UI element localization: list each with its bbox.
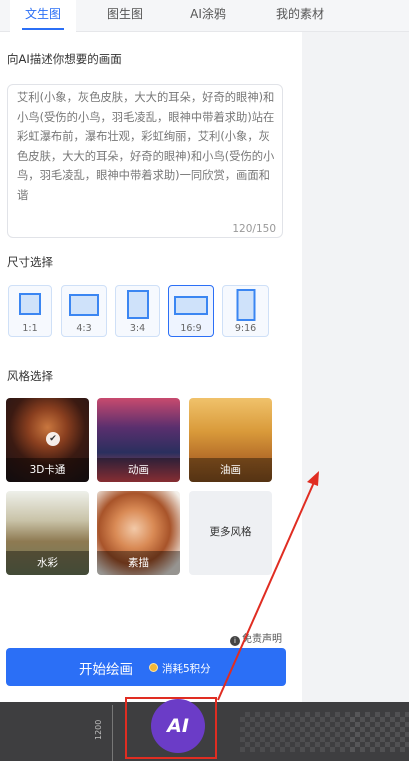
style-label: 油画 (189, 458, 272, 482)
prompt-text[interactable]: 艾利(小象，灰色皮肤，大大的耳朵，好奇的眼神)和小鸟(受伤的小鸟，羽毛凌乱，眼神… (17, 88, 279, 206)
tab-image-to-image[interactable]: 图生图 (92, 0, 158, 32)
info-icon: i (230, 636, 240, 646)
size-label: 16:9 (180, 323, 202, 334)
style-card-anime[interactable]: 动画 (97, 398, 180, 482)
prompt-section-title: 向AI描述你想要的画面 (7, 52, 122, 66)
style-label: 动画 (97, 458, 180, 482)
size-option-3-4[interactable]: 3:4 (115, 285, 160, 337)
landscape-ratio-icon (69, 294, 99, 316)
widescreen-ratio-icon (174, 296, 208, 315)
size-label: 1:1 (22, 323, 38, 334)
transparency-pattern (240, 712, 300, 752)
more-styles-label: 更多风格 (209, 526, 252, 538)
style-label: 素描 (97, 551, 180, 575)
style-label: 水彩 (6, 551, 89, 575)
tab-ai-doodle[interactable]: AI涂鸦 (175, 0, 241, 32)
size-label: 9:16 (234, 323, 257, 334)
check-icon: ✔ (46, 432, 60, 446)
square-ratio-icon (19, 293, 41, 315)
size-option-9-16[interactable]: 9:16 (222, 285, 269, 337)
style-card-oil-painting[interactable]: 油画 (189, 398, 272, 482)
style-label: 3D卡通 (6, 458, 89, 482)
coin-icon (149, 663, 158, 672)
tab-bar: 文生图 图生图 AI涂鸦 我的素材 (0, 0, 409, 32)
size-option-16-9[interactable]: 16:9 (168, 285, 214, 337)
style-card-3d-cartoon[interactable]: ✔ 3D卡通 (6, 398, 89, 482)
disclaimer-link[interactable]: i 免责声明 (230, 630, 282, 646)
style-card-sketch[interactable]: 素描 (97, 491, 180, 575)
ruler-label: 1200 (94, 719, 103, 740)
start-drawing-button[interactable]: 开始绘画 消耗5积分 (6, 648, 286, 686)
size-option-4-3[interactable]: 4:3 (61, 285, 107, 337)
size-option-1-1[interactable]: 1:1 (8, 285, 52, 337)
canvas-area (302, 32, 409, 702)
start-button-label: 开始绘画 (79, 662, 133, 678)
ruler (112, 705, 120, 761)
size-label: 4:3 (76, 323, 92, 334)
prompt-char-count: 120/150 (232, 223, 276, 235)
tall-ratio-icon (236, 289, 255, 321)
tab-text-to-image[interactable]: 文生图 (10, 0, 76, 32)
prompt-textarea[interactable]: 艾利(小象，灰色皮肤，大大的耳朵，好奇的眼神)和小鸟(受伤的小鸟，羽毛凌乱，眼神… (7, 84, 283, 238)
cost-label: 消耗5积分 (162, 663, 211, 675)
style-card-watercolor[interactable]: 水彩 (6, 491, 89, 575)
disclaimer-label: 免责声明 (242, 634, 282, 645)
tab-my-materials[interactable]: 我的素材 (262, 0, 338, 32)
style-section-title: 风格选择 (7, 369, 53, 383)
portrait-ratio-icon (126, 290, 149, 319)
more-styles-button[interactable]: 更多风格 (189, 491, 272, 575)
transparency-pattern (350, 712, 409, 752)
size-section-title: 尺寸选择 (7, 255, 53, 269)
annotation-highlight-box (125, 697, 217, 759)
size-label: 3:4 (129, 323, 146, 334)
